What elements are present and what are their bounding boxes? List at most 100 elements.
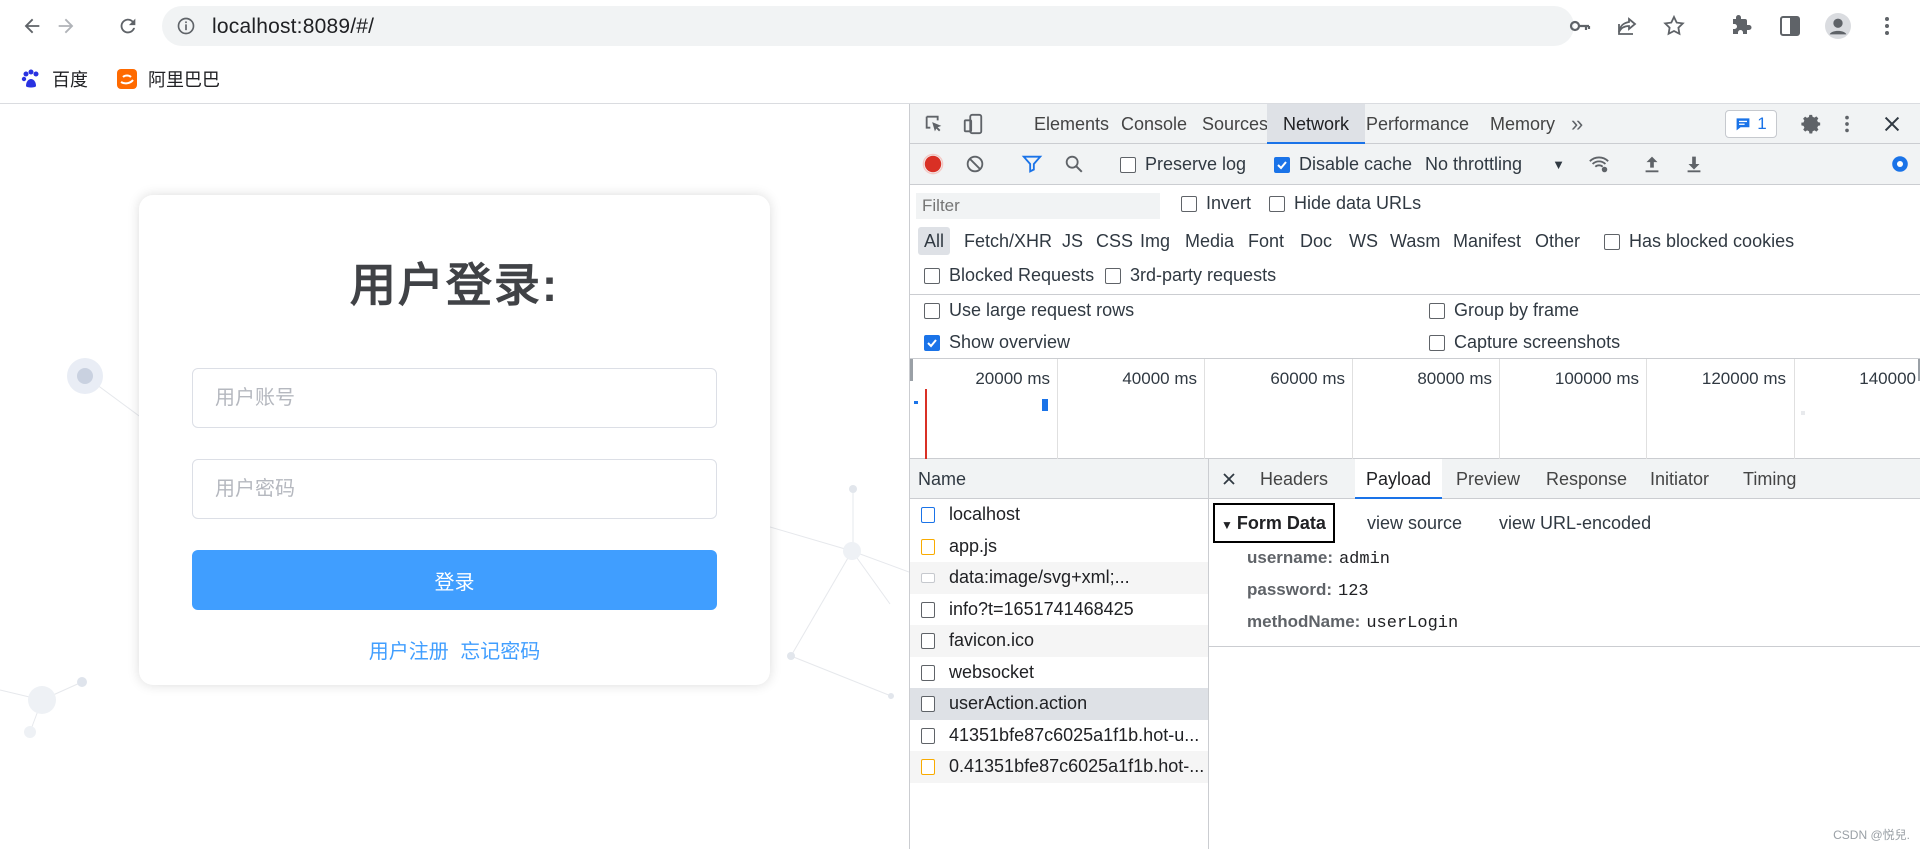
device-toolbar-button[interactable] (961, 112, 985, 136)
view-source-link[interactable]: view source (1367, 513, 1462, 534)
type-filter-font[interactable]: Font (1242, 227, 1290, 255)
request-row[interactable]: app.js (910, 531, 1208, 563)
request-row[interactable]: localhost (910, 499, 1208, 531)
request-row[interactable]: info?t=1651741468425 (910, 594, 1208, 626)
tab-preview[interactable]: Preview (1445, 459, 1531, 499)
hide-data-urls-checkbox[interactable]: Hide data URLs (1269, 193, 1421, 214)
tab-performance[interactable]: Performance (1350, 104, 1485, 144)
clear-button[interactable] (963, 152, 987, 176)
back-button[interactable] (18, 12, 46, 40)
view-url-encoded-link[interactable]: view URL-encoded (1499, 513, 1651, 534)
show-overview-checkbox[interactable]: Show overview (924, 332, 1070, 353)
close-detail-button[interactable] (1211, 459, 1247, 499)
request-row[interactable]: 41351bfe87c6025a1f1b.hot-u... (910, 720, 1208, 752)
search-button[interactable] (1062, 152, 1086, 176)
tab-headers[interactable]: Headers (1249, 459, 1339, 499)
login-button[interactable]: 登录 (192, 550, 717, 610)
filter-toggle-button[interactable] (1020, 152, 1044, 176)
third-party-label: 3rd-party requests (1130, 265, 1277, 285)
form-data-section-toggle[interactable]: ▼ Form Data (1213, 503, 1335, 543)
record-button[interactable] (921, 152, 945, 176)
type-filter-css[interactable]: CSS (1090, 227, 1139, 255)
register-link[interactable]: 用户注册 (369, 641, 449, 663)
issues-counter[interactable]: 1 (1725, 110, 1777, 138)
request-name: app.js (949, 535, 998, 556)
load-event-marker (925, 389, 927, 459)
script-icon (921, 538, 935, 555)
alibaba-icon (116, 68, 138, 90)
tab-timing[interactable]: Timing (1732, 459, 1807, 499)
side-panel-button[interactable] (1777, 13, 1803, 39)
bookmark-alibaba[interactable]: 阿里巴巴 (116, 64, 220, 94)
type-filter-img[interactable]: Img (1134, 227, 1176, 255)
preserve-log-label: Preserve log (1145, 154, 1247, 174)
document-icon (921, 507, 935, 523)
form-field-row: password: 123 (1247, 580, 1369, 601)
tab-payload[interactable]: Payload (1355, 459, 1443, 499)
tab-response[interactable]: Response (1535, 459, 1638, 499)
checkbox-box (1181, 195, 1197, 212)
group-by-frame-label: Group by frame (1454, 300, 1580, 320)
import-har-button[interactable] (1640, 152, 1664, 176)
username-input[interactable] (193, 369, 716, 427)
more-tabs-button[interactable]: » (1555, 104, 1599, 144)
type-filter-other[interactable]: Other (1529, 227, 1586, 255)
group-by-frame-checkbox[interactable]: Group by frame (1429, 300, 1579, 321)
inspect-element-button[interactable] (922, 112, 946, 136)
capture-screenshots-checkbox[interactable]: Capture screenshots (1429, 332, 1620, 353)
bookmark-baidu[interactable]: 百度 (20, 64, 88, 94)
export-har-button[interactable] (1682, 152, 1706, 176)
type-filter-manifest[interactable]: Manifest (1447, 227, 1527, 255)
issues-count: 1 (1757, 114, 1767, 133)
key-icon[interactable] (1568, 14, 1592, 38)
third-party-checkbox[interactable]: 3rd-party requests (1105, 265, 1276, 286)
has-blocked-cookies-checkbox[interactable]: Has blocked cookies (1604, 231, 1794, 252)
request-row[interactable]: websocket (910, 657, 1208, 689)
type-filter-media[interactable]: Media (1179, 227, 1240, 255)
type-filter-all[interactable]: All (918, 227, 951, 255)
invert-checkbox[interactable]: Invert (1181, 193, 1251, 214)
forward-button[interactable] (52, 12, 80, 40)
forgot-password-link[interactable]: 忘记密码 (460, 641, 540, 663)
extensions-button[interactable] (1728, 13, 1754, 39)
star-icon[interactable] (1662, 14, 1686, 38)
type-filter-fetch-xhr[interactable]: Fetch/XHR (958, 227, 1058, 255)
request-row[interactable]: 0.41351bfe87c6025a1f1b.hot-... (910, 751, 1208, 783)
blocked-requests-checkbox[interactable]: Blocked Requests (924, 265, 1094, 286)
type-filter-js[interactable]: JS (1056, 227, 1089, 255)
avatar-icon (1825, 13, 1851, 39)
username-field[interactable] (192, 368, 717, 428)
share-icon[interactable] (1615, 14, 1639, 38)
filter-input[interactable] (916, 193, 1160, 219)
overview-request-bar (1801, 411, 1805, 415)
network-conditions-button[interactable] (1587, 152, 1611, 176)
network-settings-button[interactable] (1888, 152, 1912, 176)
type-filter-wasm[interactable]: Wasm (1384, 227, 1446, 255)
password-field[interactable] (192, 459, 717, 519)
password-input[interactable] (193, 460, 716, 518)
site-info-icon[interactable] (176, 16, 196, 36)
reload-button[interactable] (114, 12, 142, 40)
checkbox-box (924, 334, 940, 351)
type-filter-ws[interactable]: WS (1343, 227, 1384, 255)
close-devtools-button[interactable] (1880, 112, 1904, 136)
network-overview-timeline[interactable]: 20000 ms 40000 ms 60000 ms 80000 ms 1000… (910, 359, 1920, 459)
devtools-settings-button[interactable] (1799, 112, 1823, 136)
large-rows-checkbox[interactable]: Use large request rows (924, 300, 1134, 321)
name-column-header[interactable]: Name (910, 459, 1208, 499)
request-row-selected[interactable]: userAction.action (910, 688, 1208, 720)
address-bar[interactable]: localhost:8089/#/ (162, 6, 1685, 46)
devtools-menu-button[interactable] (1835, 112, 1859, 136)
profile-button[interactable] (1825, 13, 1851, 39)
request-row[interactable]: data:image/svg+xml;... (910, 562, 1208, 594)
puzzle-icon (1733, 15, 1752, 34)
preserve-log-checkbox[interactable]: Preserve log (1120, 154, 1246, 175)
tab-initiator[interactable]: Initiator (1639, 459, 1720, 499)
browser-menu-button[interactable] (1874, 13, 1900, 39)
type-filter-doc[interactable]: Doc (1294, 227, 1338, 255)
auth-links: 用户注册 忘记密码 (139, 635, 770, 664)
throttling-select[interactable]: No throttling ▼ (1425, 154, 1565, 175)
request-row[interactable]: favicon.ico (910, 625, 1208, 657)
overview-handle-left[interactable] (910, 359, 913, 381)
disable-cache-checkbox[interactable]: Disable cache (1274, 154, 1412, 175)
